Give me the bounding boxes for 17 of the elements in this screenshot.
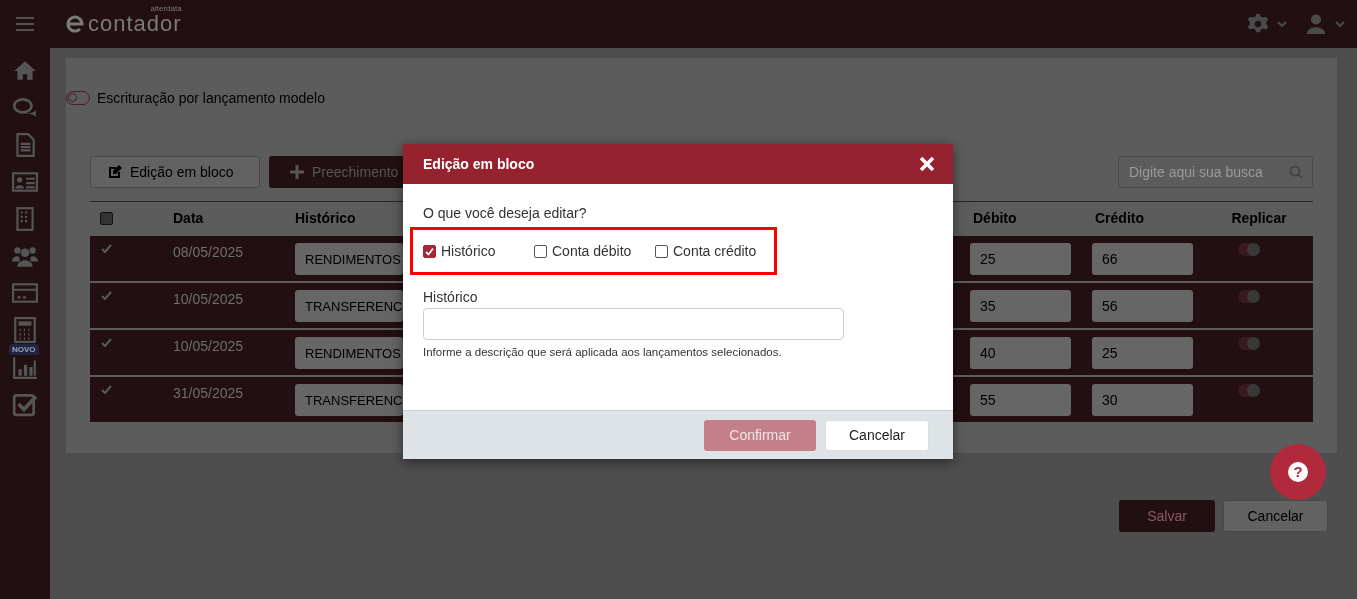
column-header: Data [173,210,204,226]
dialog-title: Edição em bloco [423,156,535,172]
field-label: Histórico [423,289,479,305]
date-cell: 10/05/2025 [173,291,244,307]
column-header: Crédito [1095,210,1144,226]
date-cell: 31/05/2025 [173,385,244,401]
date-cell: 08/05/2025 [173,244,244,260]
column-header: Histórico [295,210,356,226]
column-header: Débito [973,210,1017,226]
column-header: Replicar [1231,210,1287,226]
toggle-label: Escrituração por lançamento modelo [97,90,325,106]
logo-text: contador [88,13,182,35]
date-cell: 10/05/2025 [173,338,244,354]
logo-tagline: alterdata [150,4,182,13]
field-hint: Informe a descrição que será aplicada aos lançamentos selecionados. [423,346,783,358]
question-label: O que você deseja editar? [423,205,588,221]
new-badge: NOVO [9,344,39,355]
